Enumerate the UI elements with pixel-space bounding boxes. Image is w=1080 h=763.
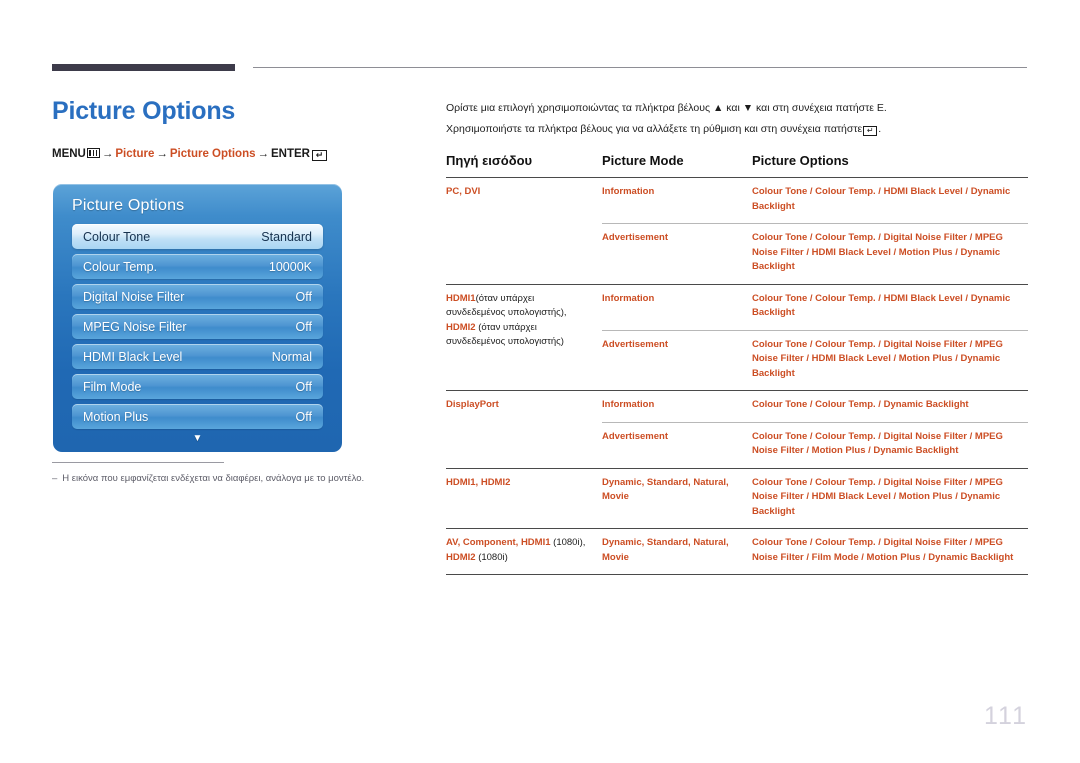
osd-row-colour-tone[interactable]: Colour Tone Standard: [72, 224, 323, 249]
intro-line-2: Χρησιμοποιήστε τα πλήκτρα βέλους για να …: [446, 119, 1028, 140]
cell-picture-options: Colour Tone / Colour Temp. / Digital Noi…: [752, 223, 1028, 284]
column-header-source: Πηγή εισόδου: [446, 153, 533, 168]
cell-source: PC, DVI: [446, 177, 602, 284]
note-divider: [52, 462, 224, 463]
cell-picture-mode: Information: [602, 177, 752, 224]
osd-row-mpeg-noise-filter[interactable]: MPEG Noise Filter Off: [72, 314, 323, 339]
cell-picture-options: Colour Tone / Colour Temp. / Digital Noi…: [752, 421, 1028, 468]
cell-source-part-1: AV, Component, HDMI1: [446, 537, 551, 548]
breadcrumb-item-picture-options: Picture Options: [169, 148, 256, 160]
cell-picture-mode: Dynamic, Standard, Natural, Movie: [602, 528, 752, 575]
header-rule: [253, 67, 1027, 68]
osd-value: 10000K: [268, 259, 312, 274]
osd-row-digital-noise-filter[interactable]: Digital Noise Filter Off: [72, 284, 323, 309]
cell-picture-mode: Advertisement: [602, 329, 752, 391]
osd-value: Normal: [271, 349, 312, 364]
footnote-dash: –: [52, 473, 58, 484]
table-row: DisplayPort Information Colour Tone / Co…: [446, 390, 1028, 468]
breadcrumb-item-picture: Picture: [115, 148, 155, 160]
menu-icon: [86, 148, 100, 158]
cell-picture-mode: Dynamic, Standard, Natural, Movie: [602, 467, 752, 529]
column-header-picture-options: Picture Options: [752, 153, 849, 168]
osd-panel-title: Picture Options: [72, 197, 185, 214]
cell-picture-options: Colour Tone / Colour Temp. / HDMI Black …: [752, 177, 1028, 224]
cell-source-part-2: (1080i),: [553, 537, 586, 548]
enter-key-icon: ↵: [863, 126, 878, 136]
breadcrumb-arrow-2: →: [156, 148, 168, 160]
chevron-down-icon[interactable]: ▼: [72, 434, 323, 444]
osd-label: MPEG Noise Filter: [83, 319, 187, 334]
osd-label: Colour Temp.: [83, 259, 158, 274]
right-column: Ορίστε μια επιλογή χρησιμοποιώντας τα πλ…: [446, 98, 1028, 575]
cell-picture-mode: Advertisement: [602, 223, 752, 284]
osd-value: Off: [295, 379, 312, 394]
column-header-picture-mode: Picture Mode: [602, 153, 684, 168]
osd-value: Off: [295, 319, 312, 334]
cell-source-part-1: HDMI1: [446, 292, 476, 304]
page-number: 111: [983, 702, 1028, 730]
cell-source: HDMI1(όταν υπάρχει συνδεδεμένος υπολογισ…: [446, 283, 602, 391]
breadcrumb: MENU → Picture → Picture Options → ENTER ↵: [52, 147, 412, 161]
osd-label: HDMI Black Level: [83, 349, 183, 364]
breadcrumb-menu-label: MENU: [52, 148, 86, 160]
osd-row-motion-plus[interactable]: Motion Plus Off: [72, 404, 323, 429]
picture-options-table: Πηγή εισόδου Picture Mode Picture Option…: [446, 153, 1028, 575]
intro-line-2-period: .: [878, 123, 882, 135]
page-title: Picture Options: [52, 97, 236, 125]
cell-picture-options: Colour Tone / Colour Temp. / Digital Noi…: [752, 528, 1028, 575]
table-header-row: Πηγή εισόδου Picture Mode Picture Option…: [446, 153, 1028, 178]
cell-source-part-3: HDMI2: [446, 551, 476, 563]
table-row: PC, DVI Information Colour Tone / Colour…: [446, 177, 1028, 284]
osd-row-colour-temp[interactable]: Colour Temp. 10000K: [72, 254, 323, 279]
cell-source-part-4: (1080i): [478, 551, 508, 563]
osd-row-hdmi-black-level[interactable]: HDMI Black Level Normal: [72, 344, 323, 369]
osd-label: Colour Tone: [83, 229, 151, 244]
cell-source: HDMI1, HDMI2: [446, 467, 602, 529]
cell-source: DisplayPort: [446, 390, 602, 468]
cell-picture-options: Colour Tone / Colour Temp. / Dynamic Bac…: [752, 390, 1028, 422]
breadcrumb-arrow-1: →: [101, 148, 114, 160]
osd-row-film-mode[interactable]: Film Mode Off: [72, 374, 323, 399]
osd-label: Film Mode: [83, 379, 142, 394]
footnote: – Η εικόνα που εμφανίζεται ενδέχεται να δ…: [52, 472, 412, 486]
osd-label: Digital Noise Filter: [83, 289, 185, 304]
cell-picture-options: Colour Tone / Colour Temp. / HDMI Black …: [752, 283, 1028, 330]
cell-source-part-3: HDMI2: [446, 321, 476, 333]
cell-picture-options: Colour Tone / Colour Temp. / Digital Noi…: [752, 467, 1028, 529]
cell-picture-mode: Information: [602, 390, 752, 422]
osd-label: Motion Plus: [83, 409, 149, 424]
cell-picture-options: Colour Tone / Colour Temp. / Digital Noi…: [752, 329, 1028, 391]
breadcrumb-enter-label: ENTER: [271, 148, 310, 160]
breadcrumb-arrow-3: →: [257, 148, 270, 160]
osd-value: Off: [295, 289, 312, 304]
header-accent-bar: [52, 64, 235, 71]
intro-line-2-text: Χρησιμοποιήστε τα πλήκτρα βέλους για να …: [446, 123, 863, 135]
osd-value: Off: [295, 409, 312, 424]
osd-menu-list: Colour Tone Standard Colour Temp. 10000K…: [53, 224, 342, 444]
table-row: HDMI1(όταν υπάρχει συνδεδεμένος υπολογισ…: [446, 283, 1028, 391]
footnote-text: Η εικόνα που εμφανίζεται ενδέχεται να δι…: [62, 473, 365, 484]
cell-picture-mode: Information: [602, 283, 752, 330]
osd-value: Standard: [261, 229, 312, 244]
cell-source: AV, Component, HDMI1 (1080i), HDMI2 (108…: [446, 528, 602, 575]
manual-page: Picture Options MENU → Picture → Picture Opt…: [0, 0, 1080, 763]
enter-key-icon: ↵: [311, 150, 327, 161]
table-row: AV, Component, HDMI1 (1080i), HDMI2 (108…: [446, 528, 1028, 575]
intro-line-1: Ορίστε μια επιλογή χρησιμοποιώντας τα πλ…: [446, 102, 887, 114]
left-column: Picture Options MENU → Picture → Picture Opt…: [52, 96, 412, 161]
osd-picture-options-panel: Picture Options Colour Tone Standard Col…: [53, 184, 342, 452]
cell-picture-mode: Advertisement: [602, 421, 752, 468]
table-row: HDMI1, HDMI2 Dynamic, Standard, Natural,…: [446, 467, 1028, 529]
